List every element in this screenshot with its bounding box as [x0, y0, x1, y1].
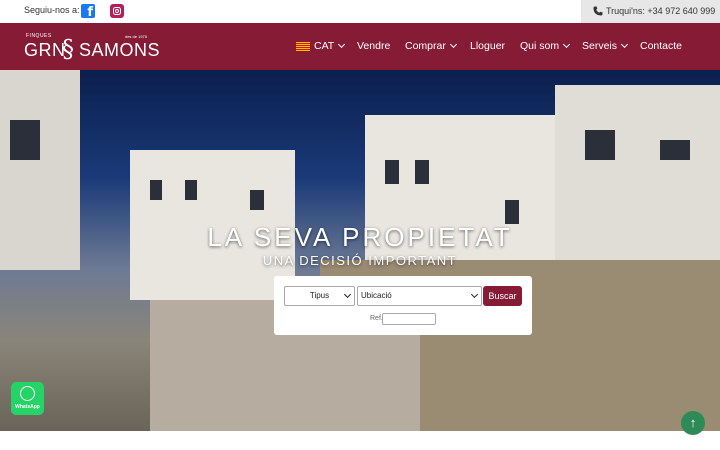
- chevron-down-icon: [338, 40, 346, 49]
- flag-icon: [296, 42, 310, 51]
- whatsapp-button[interactable]: WhatsApp: [11, 382, 44, 415]
- nav-item-lloguer[interactable]: Lloguer: [470, 40, 505, 52]
- search-button[interactable]: Buscar: [483, 286, 522, 306]
- nav-item-comprar[interactable]: Comprar: [405, 40, 457, 52]
- facebook-icon[interactable]: f: [81, 4, 95, 19]
- ref-input[interactable]: [382, 313, 436, 325]
- window: [505, 200, 519, 224]
- window: [660, 140, 690, 160]
- nav-item-contacte[interactable]: Contacte: [640, 40, 682, 52]
- whatsapp-label: WhatsApp: [15, 404, 40, 410]
- hero-title: LA SEVA PROPIETAT: [207, 222, 513, 252]
- scroll-to-top-button[interactable]: ↑: [681, 411, 705, 435]
- type-select[interactable]: Tipus: [284, 286, 355, 306]
- phone-number: +34 972 640 999: [647, 6, 716, 16]
- instagram-icon[interactable]: [110, 4, 124, 18]
- logo[interactable]: FINQUES des de 1975 GRN § SAMONS: [24, 32, 160, 64]
- nav-item-qui-som[interactable]: Qui som: [520, 40, 571, 52]
- top-bar: Seguiu-nos a: f Truqui'ns: +34 972 640 9…: [0, 0, 720, 23]
- chevron-down-icon: [449, 40, 457, 49]
- property-search-box: Tipus Ubicació Buscar Ref.:: [274, 276, 532, 335]
- window: [385, 160, 399, 184]
- chevron-down-icon: [343, 290, 352, 299]
- chevron-down-icon: [470, 290, 479, 299]
- arrow-up-icon: ↑: [689, 415, 697, 430]
- hero-subtitle: UNA DECISIÓ IMPORTANT: [262, 253, 458, 268]
- follow-label: Seguiu-nos a:: [24, 5, 80, 15]
- window: [185, 180, 197, 200]
- main-nav: FINQUES des de 1975 GRN § SAMONS CAT Ven…: [0, 23, 720, 70]
- hero-banner: LA SEVA PROPIETAT UNA DECISIÓ IMPORTANT: [0, 70, 720, 431]
- chevron-down-icon: [620, 40, 629, 49]
- balcony: [10, 120, 40, 160]
- phone-text[interactable]: Truqui'ns: +34 972 640 999: [606, 6, 715, 16]
- window: [150, 180, 162, 200]
- location-select[interactable]: Ubicació: [357, 286, 482, 306]
- window: [415, 160, 429, 184]
- nav-item-vendre[interactable]: Vendre: [357, 40, 390, 52]
- nav-item-serveis[interactable]: Serveis: [582, 40, 629, 52]
- phone-icon: [593, 6, 603, 16]
- window: [585, 130, 615, 160]
- phone-box[interactable]: Truqui'ns: +34 972 640 999: [581, 0, 720, 23]
- nav-language[interactable]: CAT: [314, 40, 346, 52]
- window: [250, 190, 264, 210]
- whatsapp-icon: [20, 386, 35, 401]
- chevron-down-icon: [563, 40, 571, 49]
